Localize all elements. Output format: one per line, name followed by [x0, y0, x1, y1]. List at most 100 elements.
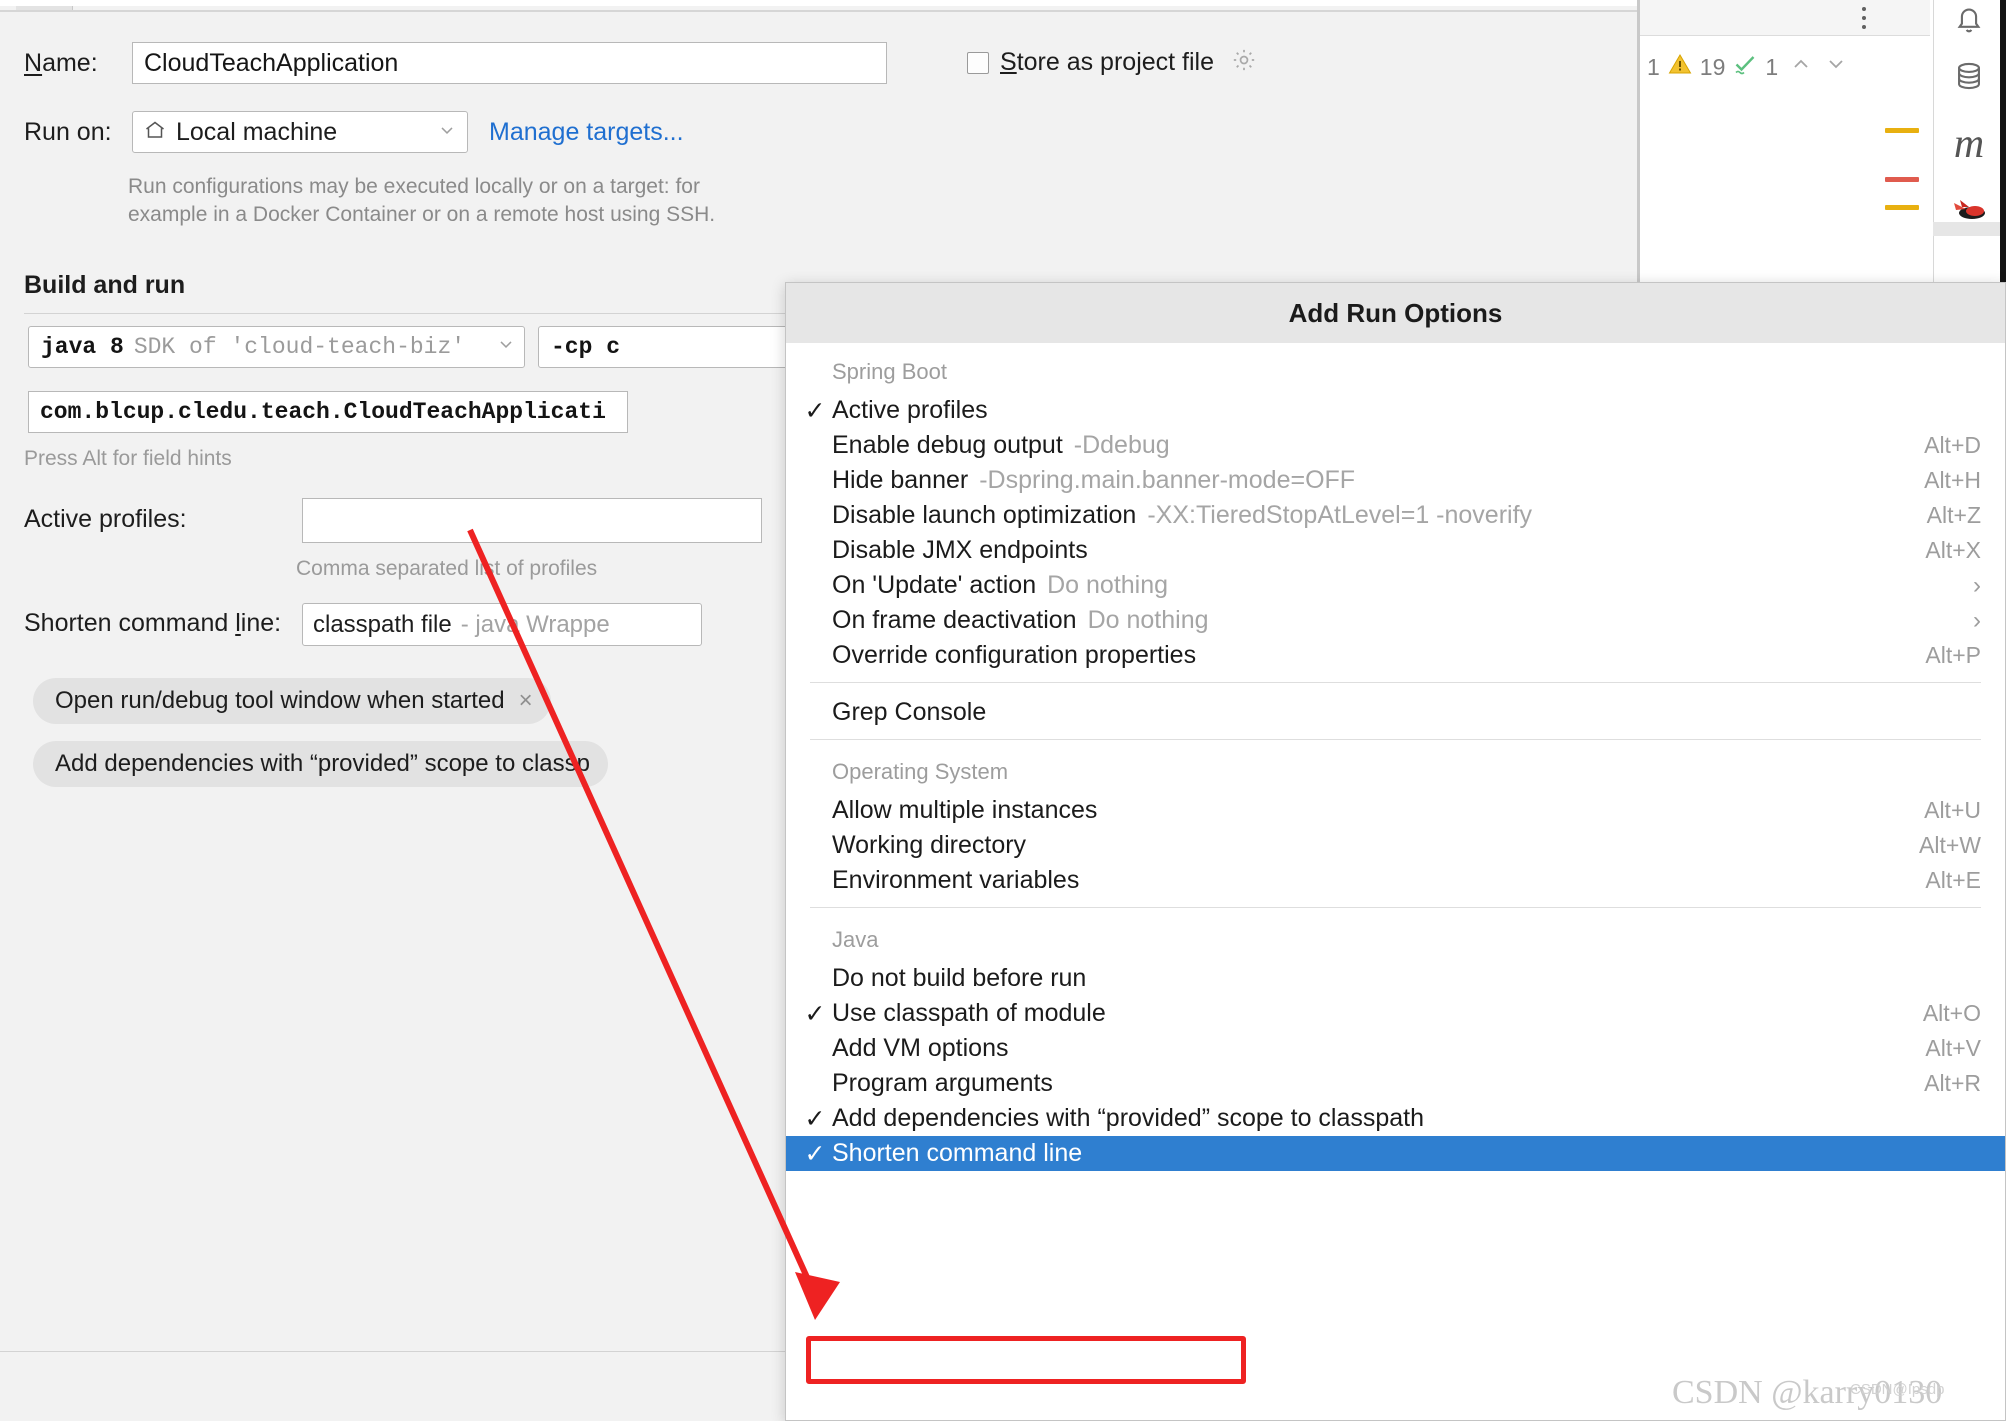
- shorten-command-line-desc: - java Wrappe: [460, 610, 610, 638]
- popup-group-divider: [810, 739, 1981, 740]
- marker-error[interactable]: [1885, 177, 1919, 182]
- close-icon[interactable]: ×: [519, 687, 533, 715]
- dialog-top-divider: [0, 10, 1640, 12]
- popup-menu-item[interactable]: Disable JMX endpoints Alt+X: [786, 533, 2005, 568]
- jdk-name: java 8: [41, 334, 124, 360]
- popup-menu-item-detail: -XX:TieredStopAtLevel=1 -noverify: [1147, 501, 1533, 529]
- popup-menu-item-label: On frame deactivation: [832, 606, 1077, 634]
- bug-icon[interactable]: [1947, 188, 1991, 228]
- next-problem-icon[interactable]: [1824, 52, 1848, 82]
- chip-label: Open run/debug tool window when started: [55, 687, 505, 714]
- popup-menu-item-shortcut: Alt+H: [1924, 467, 1981, 493]
- more-options-icon[interactable]: [1862, 7, 1868, 29]
- manage-targets-link[interactable]: Manage targets...: [489, 118, 684, 147]
- popup-menu-item[interactable]: ✓ Shorten command line: [786, 1136, 2005, 1171]
- popup-menu-item-label: Allow multiple instances: [832, 796, 1098, 824]
- popup-menu-item-shortcut: Alt+V: [1925, 1035, 1981, 1061]
- popup-menu-item-shortcut: Alt+X: [1925, 537, 1981, 563]
- popup-menu-item-label: Active profiles: [832, 396, 988, 424]
- popup-menu-item-label: Use classpath of module: [832, 999, 1106, 1027]
- shorten-command-line-combo[interactable]: classpath file - java Wrappe: [302, 603, 702, 646]
- popup-menu-item[interactable]: Allow multiple instances Alt+U: [786, 793, 2005, 828]
- jdk-combo[interactable]: java 8 SDK of 'cloud-teach-biz': [28, 326, 525, 368]
- popup-menu-item-shortcut: Alt+E: [1925, 867, 1981, 893]
- popup-menu-item-shortcut: Alt+R: [1924, 1070, 1981, 1096]
- popup-menu-item-label: Override configuration properties: [832, 641, 1197, 669]
- database-icon[interactable]: [1947, 54, 1991, 98]
- popup-menu-item[interactable]: Override configuration properties Alt+P: [786, 638, 2005, 673]
- gear-icon[interactable]: [1231, 47, 1257, 78]
- warning-icon: [1667, 52, 1693, 82]
- popup-menu-item[interactable]: Add VM options Alt+V: [786, 1031, 2005, 1066]
- popup-menu-item-label: Disable JMX endpoints: [832, 536, 1088, 564]
- run-on-label: Run on:: [24, 118, 112, 146]
- name-input[interactable]: CloudTeachApplication: [132, 42, 887, 84]
- checkbox-box[interactable]: [967, 51, 989, 74]
- store-as-project-file-checkbox[interactable]: Store as project file: [967, 47, 1257, 78]
- popup-menu-item[interactable]: Disable launch optimization -XX:TieredSto…: [786, 498, 2005, 533]
- chevron-right-icon[interactable]: ›: [1973, 572, 1981, 600]
- popup-menu-item-label: Working directory: [832, 831, 1027, 859]
- popup-menu-item-shortcut: Alt+Z: [1926, 502, 1981, 528]
- classpath-combo[interactable]: -cp c: [538, 326, 808, 368]
- previous-problem-icon[interactable]: [1789, 52, 1813, 82]
- popup-menu-item[interactable]: Hide banner -Dspring.main.banner-mode=OFF…: [786, 463, 2005, 498]
- classpath-value: -cp c: [551, 334, 621, 360]
- name-label: Name:: [24, 49, 98, 77]
- popup-menu-item[interactable]: Enable debug output -Ddebug Alt+D: [786, 428, 2005, 463]
- popup-menu-item[interactable]: Working directory Alt+W: [786, 828, 2005, 863]
- check-icon: ✓: [804, 1104, 826, 1133]
- popup-menu-item-label: Disable launch optimization: [832, 501, 1137, 529]
- warning-count: 19: [1699, 53, 1726, 80]
- popup-menu-item-detail: Do nothing: [1047, 571, 1169, 599]
- chevron-down-icon[interactable]: [437, 120, 457, 145]
- popup-menu-item[interactable]: Grep Console: [786, 695, 2005, 730]
- watermark-small: CSDN@Ipsdp: [1850, 1381, 1945, 1398]
- marker-warning[interactable]: [1885, 205, 1919, 210]
- popup-menu-item-label: Environment variables: [832, 866, 1080, 894]
- notifications-bell-icon[interactable]: [1947, 0, 1991, 40]
- inspection-partial-count: 1: [1647, 53, 1660, 80]
- popup-group-divider: [810, 907, 1981, 908]
- popup-menu-item-detail: -Dspring.main.banner-mode=OFF: [979, 466, 1356, 494]
- run-on-hint-line-2: example in a Docker Container or on a re…: [128, 203, 716, 226]
- popup-menu-item[interactable]: ✓ Active profiles: [786, 393, 2005, 428]
- chip-add-provided-dependencies[interactable]: Add dependencies with “provided” scope t…: [33, 741, 608, 787]
- chip-open-run-debug-tool-window[interactable]: Open run/debug tool window when started …: [33, 678, 551, 724]
- popup-group-title: Spring Boot: [832, 359, 947, 384]
- editor-toolbar: [1640, 0, 1930, 36]
- check-icon: ✓: [804, 396, 826, 425]
- main-class-input[interactable]: com.blcup.cledu.teach.CloudTeachApplicat…: [28, 391, 628, 433]
- marker-warning[interactable]: [1885, 128, 1919, 133]
- active-profiles-input[interactable]: [302, 498, 762, 543]
- popup-menu-item[interactable]: ✓ Add dependencies with “provided” scope …: [786, 1101, 2005, 1136]
- popup-menu-item[interactable]: ✓ Use classpath of module Alt+O: [786, 996, 2005, 1031]
- popup-menu-item-shortcut: Alt+P: [1925, 642, 1981, 668]
- maven-icon[interactable]: m: [1947, 121, 1991, 167]
- popup-menu-item[interactable]: On 'Update' action Do nothing ›: [786, 568, 2005, 603]
- chip-label: Add dependencies with “provided” scope t…: [55, 750, 590, 777]
- popup-menu-item[interactable]: On frame deactivation Do nothing ›: [786, 603, 2005, 638]
- popup-menu-item-shortcut: Alt+W: [1919, 832, 1981, 858]
- popup-menu-item-shortcut: Alt+U: [1924, 797, 1981, 823]
- popup-menu-item-label: Hide banner: [832, 466, 969, 494]
- run-on-hint-line-1: Run configurations may be executed local…: [128, 175, 700, 198]
- ok-count: 1: [1765, 53, 1779, 80]
- popup-menu-item-label: On 'Update' action: [832, 571, 1037, 599]
- popup-group-title: Java: [832, 927, 879, 952]
- active-profiles-label: Active profiles:: [24, 505, 187, 533]
- chevron-down-icon[interactable]: [496, 334, 516, 361]
- screenshot-root: Name: CloudTeachApplication Store as pro…: [0, 0, 2006, 1421]
- chevron-right-icon[interactable]: ›: [1973, 607, 1981, 635]
- home-icon: [143, 118, 167, 147]
- inspection-widget[interactable]: 1 19 1: [1647, 52, 1848, 82]
- run-on-combo[interactable]: Local machine: [132, 111, 468, 153]
- popup-menu-item-label: Do not build before run: [832, 964, 1087, 992]
- popup-menu-item-shortcut: Alt+O: [1922, 1000, 1981, 1026]
- popup-menu-item[interactable]: Program arguments Alt+R: [786, 1066, 2005, 1101]
- popup-menu-item[interactable]: Environment variables Alt+E: [786, 863, 2005, 898]
- build-and-run-title: Build and run: [24, 271, 186, 299]
- popup-menu-item-detail: -Ddebug: [1073, 431, 1170, 459]
- popup-menu-item[interactable]: Do not build before run: [786, 961, 2005, 996]
- popup-menu-item-label: Add VM options: [832, 1034, 1009, 1062]
